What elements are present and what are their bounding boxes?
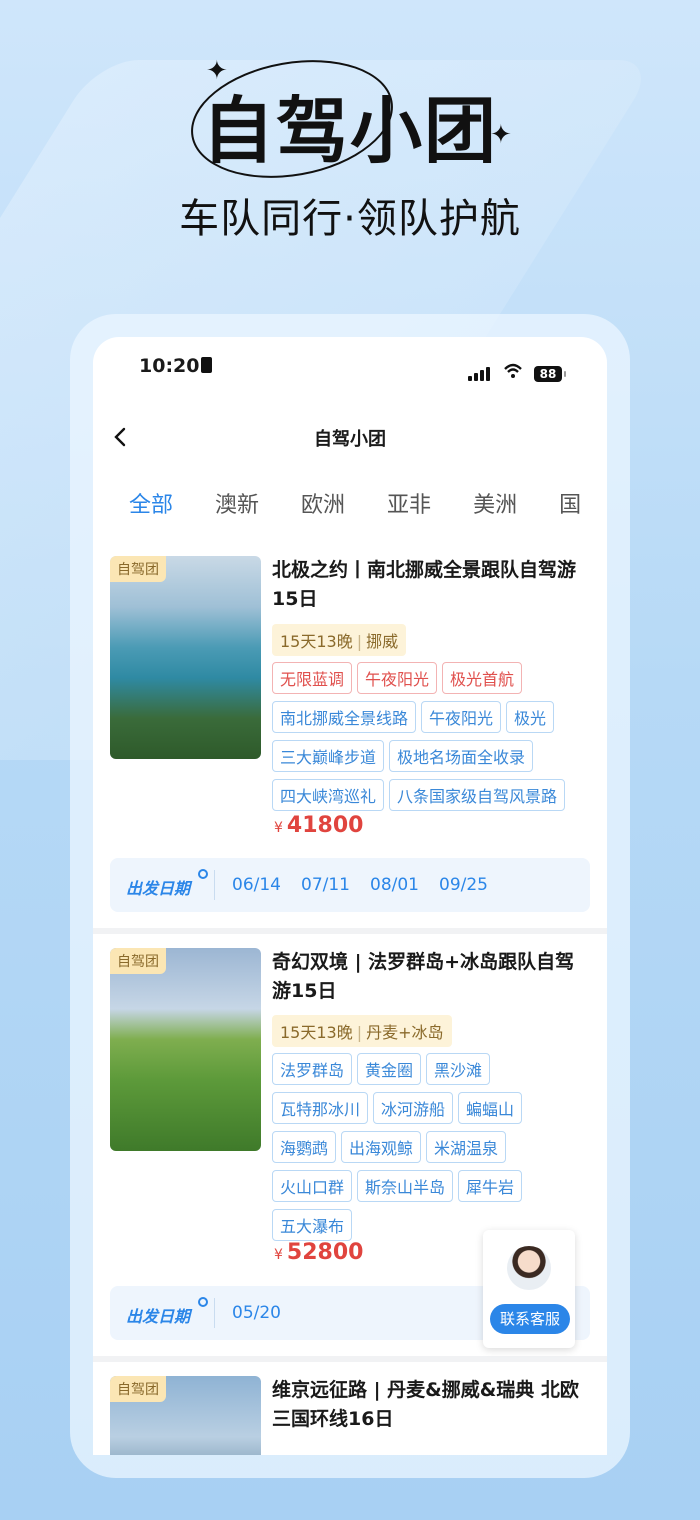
departure-dates: 出发日期 06/14 07/11 08/01 09/25	[110, 858, 590, 912]
sim-icon	[201, 357, 212, 373]
country-text: 丹麦+冰岛	[366, 1023, 444, 1042]
phone-screen: 10:20 88 自驾小团 全部 澳新 欧洲 亚非 美洲 国 自驾团 北极之约丨南北挪威全…	[93, 337, 607, 1455]
feature-tag: 米湖温泉	[426, 1131, 507, 1163]
product-duration: 15天13晚 | 丹麦+冰岛	[272, 1015, 452, 1047]
hero-subtitle: 车队同行·领队护航	[179, 196, 521, 242]
customer-service-widget[interactable]: 联系客服	[483, 1230, 575, 1348]
hero-title: 自驾小团	[201, 89, 498, 173]
feature-tag: 黄金圈	[357, 1053, 422, 1085]
product-badge: 自驾团	[110, 948, 166, 974]
divider	[214, 1298, 215, 1328]
feature-tag: 冰河游船	[373, 1092, 454, 1124]
feature-tag: 黑沙滩	[426, 1053, 491, 1085]
currency-symbol: ¥	[274, 1247, 283, 1263]
wifi-icon	[504, 363, 522, 378]
feature-tag: 三大巅峰步道	[272, 740, 385, 772]
feature-tag: 火山口群	[272, 1170, 353, 1202]
feature-tag: 五大瀑布	[272, 1209, 353, 1241]
tag-list: 法罗群岛 黄金圈 黑沙滩 瓦特那冰川 冰河游船 蝙蝠山 海鹦鹉 出海观鲸 米湖温泉 火山口群…	[272, 1053, 602, 1248]
battery-icon: 88	[534, 366, 566, 382]
tab-americas[interactable]: 美洲	[473, 487, 517, 519]
date-item[interactable]: 08/01	[370, 875, 419, 895]
product-card[interactable]: 自驾团 北极之约丨南北挪威全景跟队自驾游15日 15天13晚 | 挪威 无限蓝调 午夜…	[93, 537, 607, 927]
feature-tag: 八条国家级自驾风景路	[389, 779, 566, 811]
feature-tag: 出海观鲸	[341, 1131, 422, 1163]
feature-tag: 午夜阳光	[357, 662, 438, 694]
product-image: 自驾团	[110, 1376, 261, 1455]
tab-all[interactable]: 全部	[129, 487, 173, 519]
dot-icon	[198, 869, 208, 879]
feature-tag: 极光首航	[442, 662, 523, 694]
dot-icon	[198, 1297, 208, 1307]
avatar	[507, 1246, 551, 1290]
page-title: 自驾小团	[314, 429, 386, 450]
product-badge: 自驾团	[110, 556, 166, 582]
tab-asia-africa[interactable]: 亚非	[387, 487, 431, 519]
date-item[interactable]: 07/11	[301, 875, 350, 895]
price-value: 52800	[286, 1240, 364, 1265]
product-image: 自驾团	[110, 948, 261, 1151]
tab-oceania[interactable]: 澳新	[215, 487, 259, 519]
duration-text: 15天13晚	[280, 632, 353, 651]
feature-tag: 海鹦鹉	[272, 1131, 337, 1163]
feature-tag: 四大峡湾巡礼	[272, 779, 385, 811]
date-item[interactable]: 09/25	[439, 875, 488, 895]
feature-tag: 斯奈山半岛	[357, 1170, 454, 1202]
feature-tag: 蝙蝠山	[458, 1092, 523, 1124]
tab-more[interactable]: 国	[559, 487, 581, 519]
date-item[interactable]: 05/20	[232, 1303, 281, 1323]
feature-tag: 极地名场面全收录	[389, 740, 534, 772]
product-price: ¥52800	[274, 1240, 363, 1265]
tag-list: 无限蓝调 午夜阳光 极光首航 南北挪威全景线路 午夜阳光 极光 三大巅峰步道 极地名场面全…	[272, 662, 602, 818]
contact-service-button[interactable]: 联系客服	[490, 1304, 570, 1334]
feature-tag: 犀牛岩	[458, 1170, 523, 1202]
status-time: 10:20	[139, 355, 200, 377]
currency-symbol: ¥	[274, 820, 283, 836]
feature-tag: 南北挪威全景线路	[272, 701, 417, 733]
product-image: 自驾团	[110, 556, 261, 759]
product-card[interactable]: 自驾团 维京远征路 | 丹麦&挪威&瑞典 北欧三国环线16日	[93, 1357, 607, 1455]
dates-label: 出发日期	[126, 1307, 191, 1326]
product-badge: 自驾团	[110, 1376, 166, 1402]
country-text: 挪威	[366, 632, 399, 651]
feature-tag: 瓦特那冰川	[272, 1092, 369, 1124]
product-title: 奇幻双境 | 法罗群岛+冰岛跟队自驾游15日	[272, 951, 575, 1002]
date-item[interactable]: 06/14	[232, 875, 281, 895]
dates-label: 出发日期	[126, 879, 191, 898]
product-title: 维京远征路 | 丹麦&挪威&瑞典 北欧三国环线16日	[272, 1379, 579, 1430]
region-tabs: 全部 澳新 欧洲 亚非 美洲 国	[129, 487, 591, 523]
tab-europe[interactable]: 欧洲	[301, 487, 345, 519]
nav-bar: 自驾小团	[93, 417, 607, 457]
price-value: 41800	[286, 813, 364, 838]
feature-tag: 无限蓝调	[272, 662, 353, 694]
dates-list: 06/14 07/11 08/01 09/25	[232, 875, 508, 895]
signal-icon	[468, 367, 490, 381]
status-bar: 10:20 88	[93, 337, 607, 393]
product-duration: 15天13晚 | 挪威	[272, 624, 407, 656]
feature-tag: 极光	[506, 701, 555, 733]
dates-list: 05/20	[232, 1303, 301, 1323]
feature-tag: 午夜阳光	[421, 701, 502, 733]
product-price: ¥41800	[274, 813, 363, 838]
duration-text: 15天13晚	[280, 1023, 353, 1042]
product-title: 北极之约丨南北挪威全景跟队自驾游15日	[272, 559, 577, 610]
divider	[214, 870, 215, 900]
feature-tag: 法罗群岛	[272, 1053, 353, 1085]
